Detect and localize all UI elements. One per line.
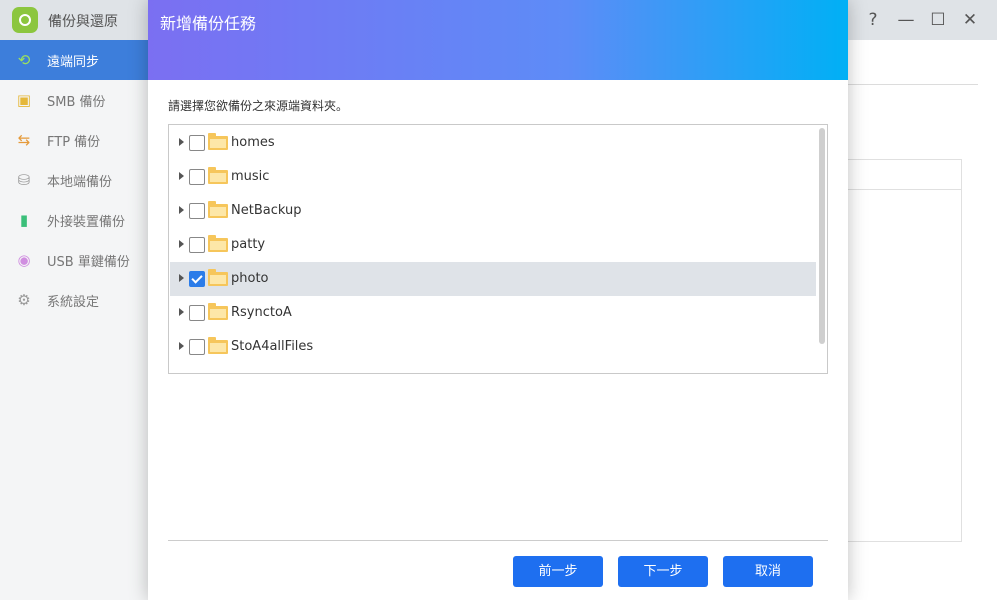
expand-caret-icon[interactable] [179,308,184,316]
app-logo-icon [12,7,38,33]
folder-icon [208,337,228,354]
folder-name: patty [231,237,266,252]
new-backup-task-dialog: 新增備份任務 請選擇您欲備份之來源端資料夾。 homes music NetBa… [148,0,848,600]
dialog-footer-divider [168,540,828,541]
folder-row-stoa4allfiles[interactable]: StoA4allFiles [170,330,816,364]
minimize-icon[interactable]: — [896,10,916,30]
folder-name: photo [231,271,269,286]
folder-checkbox[interactable] [189,237,205,253]
dialog-title: 新增備份任務 [160,14,257,33]
folder-checkbox[interactable] [189,339,205,355]
gear-icon: ⚙ [17,291,31,309]
sidebar-item-label: USB 單鍵備份 [47,255,130,270]
folder-name: StoA4allFiles [231,339,314,354]
expand-caret-icon[interactable] [179,172,184,180]
instruction-text: 請選擇您欲備份之來源端資料夾。 [168,99,349,113]
folder-row-music[interactable]: music [170,160,816,194]
sidebar-item-label: 本地端備份 [47,175,113,190]
sidebar-item-label: SMB 備份 [47,95,106,110]
sync-icon: ⟲ [17,51,31,69]
help-icon[interactable]: ? [863,10,883,30]
sidebar-item-label: 系統設定 [47,295,100,310]
folder-icon [208,269,228,286]
folder-name: homes [231,135,275,150]
folder-icon [208,133,228,150]
folder-icon [208,167,228,184]
next-step-button[interactable]: 下一步 [618,556,708,587]
folder-name: RsynctoA [231,305,292,320]
sidebar: ⟲ 遠端同步 ▣ SMB 備份 ⇆ FTP 備份 ⛁ 本地端備份 ▮ 外接裝置備… [0,40,148,600]
sidebar-item-label: 外接裝置備份 [47,215,126,230]
folder-row-photo[interactable]: photo [170,262,816,296]
sidebar-item-rsync[interactable]: ⟲ 遠端同步 [0,40,148,80]
sidebar-item-label: 遠端同步 [47,55,100,70]
close-icon[interactable]: ✕ [960,10,980,30]
folder-tree: homes music NetBackup patty photo Rsynct… [168,124,828,374]
maximize-icon[interactable]: ☐ [928,10,948,30]
usb-icon: ◉ [17,251,31,269]
tree-scrollbar[interactable] [818,126,826,346]
folder-row-patty[interactable]: patty [170,228,816,262]
expand-caret-icon[interactable] [179,206,184,214]
sidebar-item-settings[interactable]: ⚙ 系統設定 [0,280,148,320]
prev-step-button[interactable]: 前一步 [513,556,603,587]
folder-icon [208,303,228,320]
folder-icon [208,201,228,218]
folder-row-rsynctoa[interactable]: RsynctoA [170,296,816,330]
scrollbar-thumb[interactable] [819,128,825,344]
sidebar-item-label: FTP 備份 [47,135,101,150]
folder-checkbox[interactable] [189,135,205,151]
expand-caret-icon[interactable] [179,342,184,350]
main-divider [848,84,978,85]
sidebar-item-external[interactable]: ▮ 外接裝置備份 [0,200,148,240]
folder-row-homes[interactable]: homes [170,126,816,160]
cancel-button[interactable]: 取消 [723,556,813,587]
sidebar-item-smb[interactable]: ▣ SMB 備份 [0,80,148,120]
sidebar-item-usb[interactable]: ◉ USB 單鍵備份 [0,240,148,280]
folder-row-netbackup[interactable]: NetBackup [170,194,816,228]
sidebar-item-local[interactable]: ⛁ 本地端備份 [0,160,148,200]
folder-checkbox[interactable] [189,203,205,219]
main-panel [848,159,962,542]
app-title: 備份與還原 [48,14,118,30]
expand-caret-icon[interactable] [179,274,184,282]
folder-name: music [231,169,270,184]
main-panel-header-line [848,189,961,190]
dialog-header: 新增備份任務 [148,0,848,80]
smb-icon: ▣ [16,91,32,109]
external-device-icon: ▮ [19,211,29,229]
expand-caret-icon[interactable] [179,138,184,146]
folder-icon [208,235,228,252]
folder-checkbox[interactable] [189,169,205,185]
folder-checkbox[interactable] [189,305,205,321]
ftp-icon: ⇆ [17,131,31,149]
folder-name: NetBackup [231,203,302,218]
local-disk-icon: ⛁ [17,171,31,189]
folder-checkbox-checked[interactable] [189,271,205,287]
expand-caret-icon[interactable] [179,240,184,248]
sidebar-item-ftp[interactable]: ⇆ FTP 備份 [0,120,148,160]
